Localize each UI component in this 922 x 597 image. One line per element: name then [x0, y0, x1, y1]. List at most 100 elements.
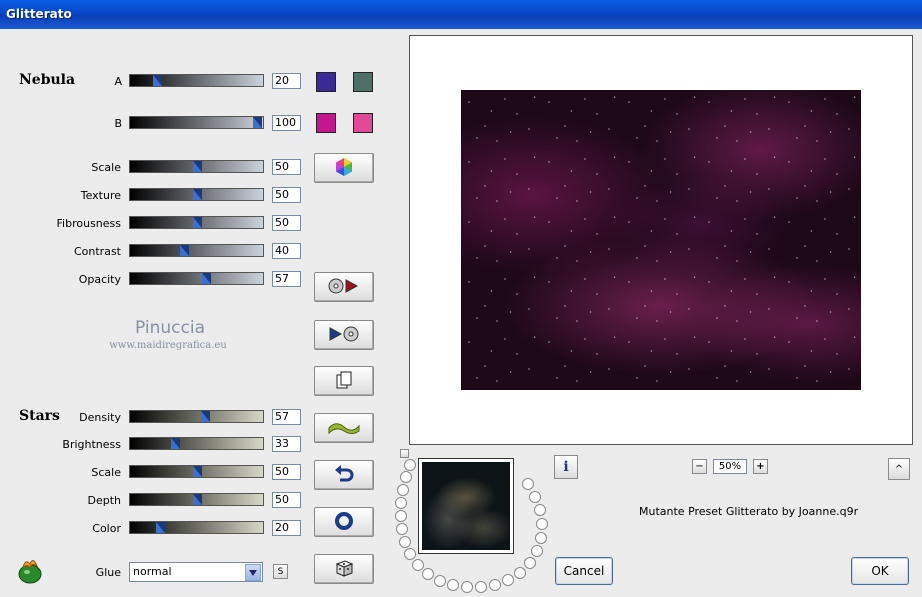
nebula-a-value[interactable]: 20	[272, 73, 301, 89]
stars-brightness-value[interactable]: 33	[272, 436, 301, 452]
stars-depth-slider[interactable]	[129, 493, 264, 506]
load-preset-button[interactable]	[314, 320, 374, 350]
stars-density-value[interactable]: 57	[272, 409, 301, 425]
ring-dot[interactable]	[395, 510, 407, 522]
ring-dot[interactable]	[489, 579, 501, 591]
nebula-a-color-1[interactable]	[316, 72, 336, 92]
ring-dot[interactable]	[434, 575, 446, 587]
ring-dot[interactable]	[404, 548, 416, 560]
ring-dot[interactable]	[400, 471, 412, 483]
slider-thumb[interactable]	[153, 75, 162, 86]
ring-dot[interactable]	[535, 532, 547, 544]
collapse-up-button[interactable]: ^	[888, 458, 910, 480]
nebula-contrast-label: Contrast	[73, 245, 121, 258]
info-button[interactable]: i	[554, 455, 578, 479]
nebula-fibrousness-label: Fibrousness	[56, 217, 121, 230]
stars-color-value[interactable]: 20	[272, 520, 301, 536]
slider-thumb[interactable]	[193, 189, 202, 200]
preset-thumbnail[interactable]	[418, 458, 514, 554]
ring-dot[interactable]	[524, 557, 536, 569]
random-button[interactable]	[314, 554, 374, 584]
nebula-contrast-slider[interactable]	[129, 244, 264, 257]
slider-thumb[interactable]	[193, 161, 202, 172]
slider-thumb[interactable]	[193, 494, 202, 505]
color-wheel-button[interactable]	[314, 153, 374, 183]
ring-icon	[334, 511, 354, 534]
slider-thumb[interactable]	[180, 245, 189, 256]
glue-s-button[interactable]: S	[273, 564, 288, 579]
stars-color-slider[interactable]	[129, 521, 264, 534]
ring-dot[interactable]	[475, 581, 487, 593]
nebula-b-label: B	[114, 117, 122, 130]
stars-brightness-label: Brightness	[62, 438, 121, 451]
ring-dot[interactable]	[502, 574, 514, 586]
nebula-fibrousness-value[interactable]: 50	[272, 215, 301, 231]
stars-depth-label: Depth	[87, 494, 121, 507]
ring-dot[interactable]	[422, 568, 434, 580]
ring-dot[interactable]	[534, 504, 546, 516]
undo-button[interactable]	[314, 460, 374, 490]
copy-button[interactable]	[314, 366, 374, 396]
nebula-texture-slider[interactable]	[129, 188, 264, 201]
chevron-down-icon[interactable]	[245, 564, 261, 581]
zoom-in-button[interactable]: +	[753, 459, 768, 474]
title-bar: Glitterato	[0, 0, 922, 29]
slider-thumb[interactable]	[171, 438, 180, 449]
ring-dot[interactable]	[447, 579, 459, 591]
ring-dot[interactable]	[397, 484, 409, 496]
nebula-scale-slider[interactable]	[129, 160, 264, 173]
window-title: Glitterato	[6, 7, 72, 21]
ring-dot[interactable]	[404, 459, 416, 471]
glue-select[interactable]: normal	[129, 562, 263, 582]
nebula-contrast-value[interactable]: 40	[272, 243, 301, 259]
nebula-texture-value[interactable]: 50	[272, 187, 301, 203]
nebula-b-slider[interactable]	[129, 116, 264, 129]
stars-scale-value[interactable]: 50	[272, 464, 301, 480]
ring-dot[interactable]	[529, 491, 541, 503]
preview-area[interactable]	[409, 35, 913, 445]
cancel-button[interactable]: Cancel	[555, 557, 613, 585]
ring-dot[interactable]	[522, 478, 534, 490]
undo-arrow-icon	[334, 464, 354, 487]
slider-thumb[interactable]	[193, 466, 202, 477]
slider-thumb[interactable]	[253, 117, 262, 128]
ring-dot[interactable]	[514, 567, 526, 579]
nebula-opacity-slider[interactable]	[129, 272, 264, 285]
zoom-out-button[interactable]: −	[692, 459, 707, 474]
slider-thumb[interactable]	[201, 411, 210, 422]
wave-icon	[327, 418, 361, 439]
stars-brightness-slider[interactable]	[129, 437, 264, 450]
ring-handle-square[interactable]	[400, 449, 409, 458]
wave-button[interactable]	[314, 413, 374, 443]
nebula-b-color-2[interactable]	[353, 113, 373, 133]
nebula-a-color-2[interactable]	[353, 72, 373, 92]
ring-dot[interactable]	[412, 559, 424, 571]
nebula-b-value[interactable]: 100	[272, 115, 301, 131]
ring-dot[interactable]	[461, 581, 473, 593]
glue-label: Glue	[95, 566, 121, 579]
nebula-scale-value[interactable]: 50	[272, 159, 301, 175]
ok-button[interactable]: OK	[851, 557, 909, 585]
nebula-texture-label: Texture	[80, 189, 121, 202]
slider-thumb[interactable]	[156, 522, 165, 533]
nebula-opacity-value[interactable]: 57	[272, 271, 301, 287]
nebula-a-slider[interactable]	[129, 74, 264, 87]
save-preset-button[interactable]	[314, 272, 374, 302]
ring-dot[interactable]	[536, 518, 548, 530]
reset-button[interactable]	[314, 507, 374, 537]
ring-dot[interactable]	[531, 545, 543, 557]
ring-dot[interactable]	[395, 497, 407, 509]
preview-image	[461, 90, 861, 390]
slider-thumb[interactable]	[202, 273, 211, 284]
nebula-b-color-1[interactable]	[316, 113, 336, 133]
nebula-fibrousness-slider[interactable]	[129, 216, 264, 229]
glue-selected-value: normal	[133, 565, 172, 578]
stars-density-slider[interactable]	[129, 410, 264, 423]
ring-dot[interactable]	[396, 523, 408, 535]
slider-thumb[interactable]	[193, 217, 202, 228]
preview-stars	[461, 90, 861, 390]
play-disc-icon	[327, 325, 361, 346]
ring-dot[interactable]	[399, 536, 411, 548]
stars-depth-value[interactable]: 50	[272, 492, 301, 508]
stars-scale-slider[interactable]	[129, 465, 264, 478]
